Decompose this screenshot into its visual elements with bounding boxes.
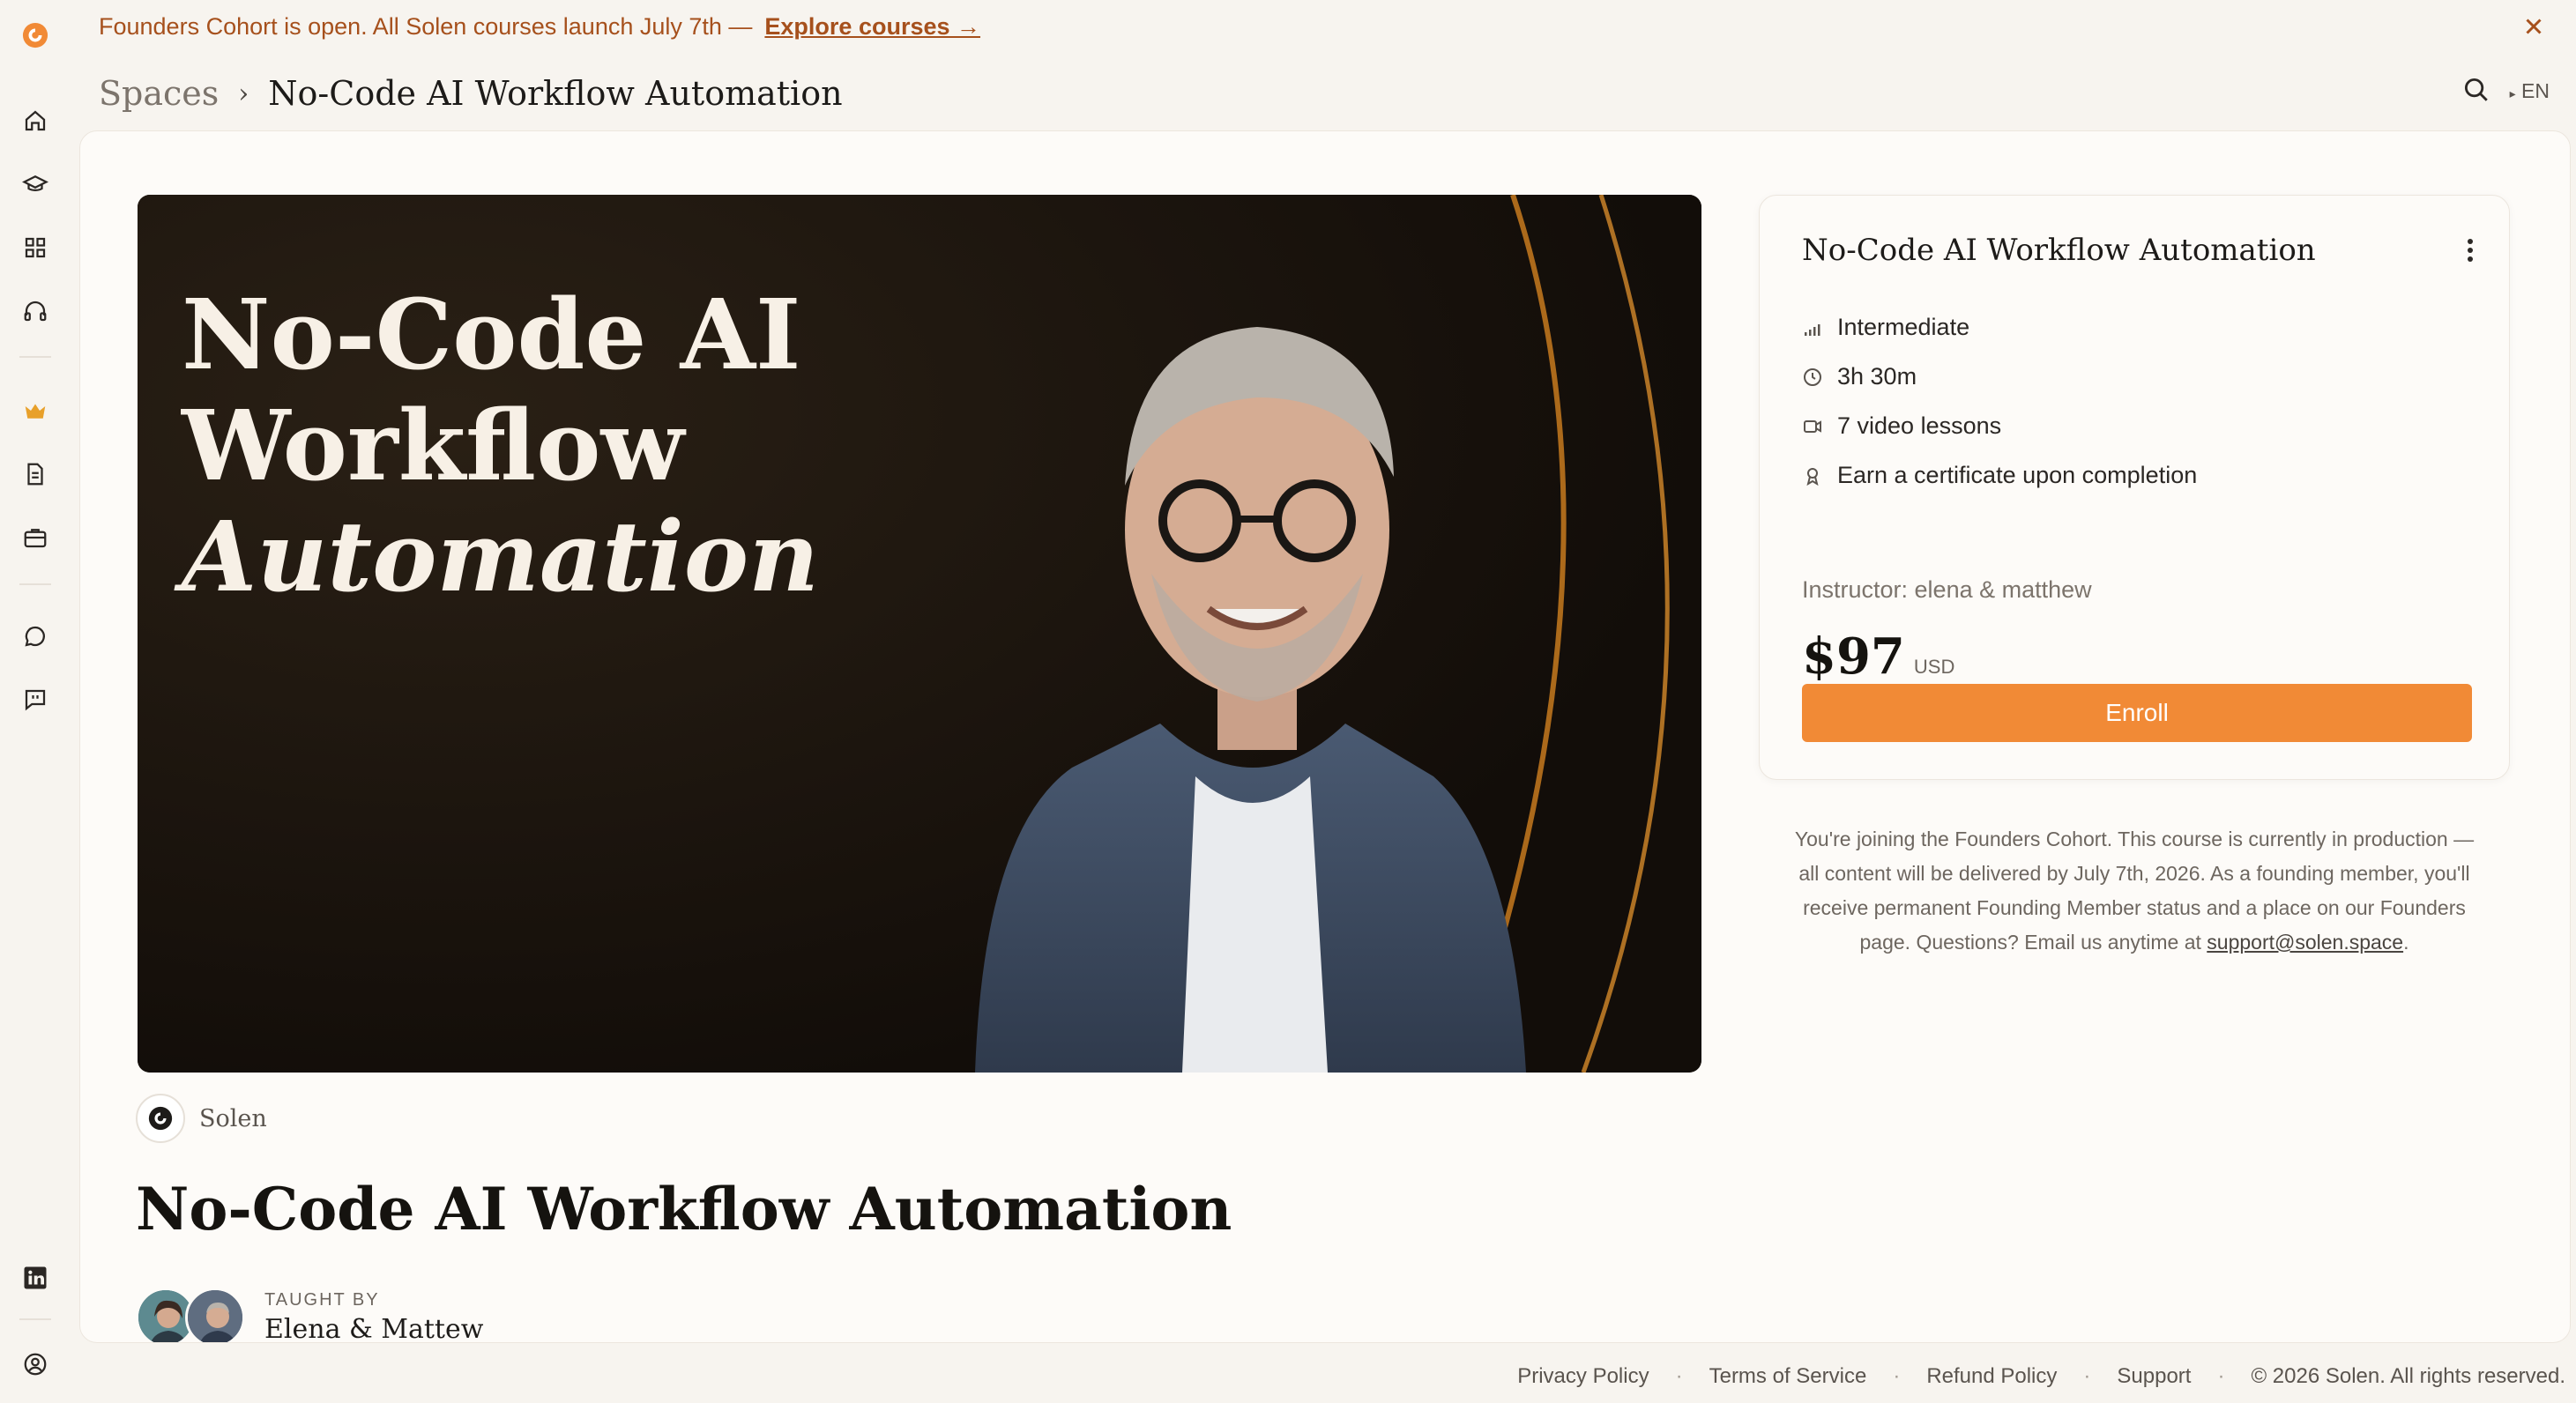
left-sidebar	[0, 0, 71, 1403]
briefcase-icon[interactable]	[18, 520, 53, 555]
search-icon[interactable]	[2461, 74, 2490, 108]
taught-by-label: TAUGHT BY	[264, 1290, 380, 1310]
footer-separator: ·	[2083, 1364, 2091, 1388]
sidebar-divider	[19, 583, 51, 585]
level-row: Intermediate	[1802, 314, 1969, 341]
purchase-card: No-Code AI Workflow Automation Intermedi…	[1759, 195, 2510, 780]
instructors-text: TAUGHT BY Elena & Mattew	[264, 1290, 484, 1343]
grid-icon[interactable]	[18, 230, 53, 265]
founders-note: You're joining the Founders Cohort. This…	[1789, 822, 2480, 960]
crown-icon[interactable]	[18, 393, 53, 428]
duration-text: 3h 30m	[1837, 363, 1917, 390]
footer: Privacy Policy · Terms of Service · Refu…	[1517, 1359, 2565, 1394]
course-page: No-Code AI Workflow Automation Solen No-…	[79, 130, 2571, 1343]
award-icon	[1806, 467, 1819, 486]
video-icon	[1804, 419, 1821, 433]
refund-policy-link[interactable]: Refund Policy	[1926, 1364, 2057, 1389]
chat-bubble-icon[interactable]	[18, 619, 53, 654]
banner-text: Founders Cohort is open. All Solen cours…	[99, 12, 753, 40]
breadcrumb: Spaces › No-Code AI Workflow Automation	[99, 69, 843, 118]
price-amount: $97	[1802, 627, 1905, 686]
card-title: No-Code AI Workflow Automation	[1802, 233, 2316, 268]
explore-courses-link[interactable]: Explore courses →	[764, 13, 980, 41]
close-icon[interactable]	[2518, 11, 2550, 42]
course-hero-image: No-Code AI Workflow Automation	[138, 195, 1701, 1073]
founders-note-end: .	[2403, 931, 2409, 954]
level-text: Intermediate	[1837, 314, 1970, 340]
instructor-avatars	[136, 1288, 245, 1342]
solen-logo-icon[interactable]	[18, 18, 53, 53]
support-link[interactable]: Support	[2117, 1364, 2191, 1389]
footer-separator: ·	[1675, 1364, 1683, 1388]
headphones-icon[interactable]	[18, 293, 53, 329]
breadcrumb-current: No-Code AI Workflow Automation	[268, 74, 843, 113]
certificate-row: Earn a certificate upon completion	[1802, 462, 2197, 489]
linkedin-icon[interactable]	[18, 1260, 53, 1295]
instructor-names: Elena & Mattew	[264, 1314, 484, 1343]
hero-title: No-Code AI Workflow Automation	[182, 279, 819, 612]
price-currency: USD	[1913, 656, 1955, 678]
chevron-right-icon: ›	[238, 78, 249, 109]
price: $97 USD	[1802, 627, 1954, 686]
document-icon[interactable]	[18, 457, 53, 492]
top-right-controls: ▸ EN	[2461, 74, 2550, 108]
instructors-block: TAUGHT BY Elena & Mattew	[136, 1288, 484, 1343]
copyright: © 2026 Solen. All rights reserved.	[2251, 1364, 2565, 1388]
signal-bars-icon	[1805, 323, 1820, 336]
footer-separator: ·	[2217, 1364, 2225, 1388]
hero-title-line3: Automation	[182, 500, 820, 613]
privacy-policy-link[interactable]: Privacy Policy	[1517, 1364, 1649, 1389]
solen-logo-icon	[136, 1094, 185, 1143]
brand-name: Solen	[199, 1104, 267, 1132]
instructor-line: Instructor: elena & matthew	[1802, 576, 2092, 603]
hero-title-line1: No-Code AI	[182, 278, 801, 391]
sidebar-divider	[19, 356, 51, 358]
graduation-cap-icon[interactable]	[18, 167, 53, 202]
home-icon[interactable]	[18, 103, 53, 138]
breadcrumb-spaces-link[interactable]: Spaces	[99, 74, 219, 113]
language-selector[interactable]: ▸ EN	[2510, 79, 2550, 103]
terms-link[interactable]: Terms of Service	[1709, 1364, 1867, 1389]
announcement-banner: Founders Cohort is open. All Solen cours…	[99, 9, 980, 44]
more-options-icon[interactable]	[2453, 233, 2488, 268]
certificate-text: Earn a certificate upon completion	[1837, 462, 2198, 488]
course-title: No-Code AI Workflow Automation	[136, 1175, 1232, 1243]
avatar	[185, 1288, 245, 1342]
lessons-row: 7 video lessons	[1802, 412, 2001, 440]
lessons-text: 7 video lessons	[1837, 412, 2002, 439]
feedback-icon[interactable]	[18, 682, 53, 717]
clock-icon	[1804, 367, 1821, 386]
hero-title-line2: Workflow	[182, 389, 685, 502]
translate-icon: ▸	[2509, 86, 2516, 100]
user-circle-icon[interactable]	[18, 1347, 53, 1382]
language-label: EN	[2521, 79, 2550, 102]
enroll-button[interactable]: Enroll	[1802, 684, 2472, 742]
duration-row: 3h 30m	[1802, 363, 1917, 390]
brand-chip[interactable]: Solen	[136, 1094, 267, 1143]
support-email-link[interactable]: support@solen.space	[2207, 931, 2403, 954]
sidebar-divider	[19, 1318, 51, 1320]
footer-separator: ·	[1893, 1364, 1901, 1388]
